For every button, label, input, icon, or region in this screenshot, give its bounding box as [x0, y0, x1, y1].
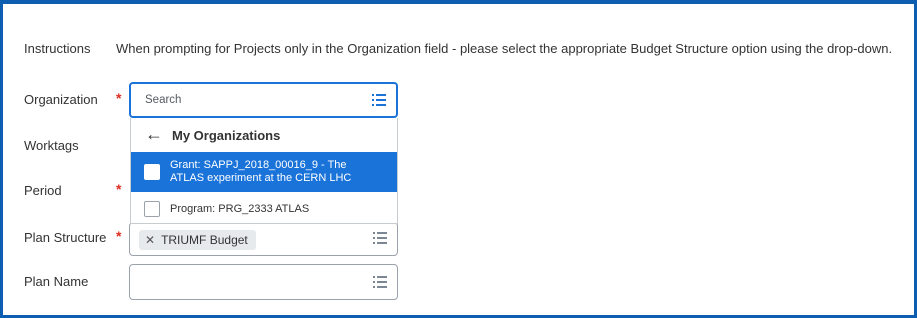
- plan-structure-label: Plan Structure: [24, 230, 107, 245]
- organization-label: Organization: [24, 92, 98, 107]
- plan-structure-input[interactable]: ✕ TRIUMF Budget: [129, 222, 398, 256]
- dropdown-option[interactable]: Grant: SAPPJ_2018_00016_9 - The ATLAS ex…: [131, 152, 397, 192]
- form-panel: Instructions When prompting for Projects…: [0, 0, 917, 318]
- option-label-line2: ATLAS experiment at the CERN LHC: [170, 172, 352, 184]
- option-label-line1: Program: PRG_2333 ATLAS: [170, 203, 310, 215]
- pill-label: TRIUMF Budget: [161, 233, 248, 247]
- instructions-label: Instructions: [24, 41, 91, 56]
- search-placeholder: Search: [145, 94, 182, 106]
- option-checkbox[interactable]: [144, 164, 160, 180]
- required-marker: *: [116, 228, 122, 244]
- x-icon[interactable]: ✕: [145, 233, 155, 247]
- period-label: Period: [24, 183, 62, 198]
- instructions-text: When prompting for Projects only in the …: [116, 41, 893, 56]
- dropdown-header[interactable]: ← My Organizations: [131, 118, 397, 152]
- required-marker: *: [116, 90, 122, 106]
- plan-name-input[interactable]: [129, 264, 398, 300]
- dropdown-title: My Organizations: [172, 128, 281, 143]
- plan-name-label: Plan Name: [24, 274, 89, 289]
- required-marker: *: [116, 181, 122, 197]
- dropdown-option[interactable]: Program: PRG_2333 ATLAS: [131, 196, 397, 222]
- option-checkbox[interactable]: [144, 201, 160, 217]
- organization-search-input[interactable]: Search: [129, 82, 398, 118]
- option-label-line1: Grant: SAPPJ_2018_00016_9 - The: [170, 159, 347, 171]
- organization-dropdown: ← My Organizations Grant: SAPPJ_2018_000…: [130, 118, 398, 224]
- worktags-label: Worktags: [24, 138, 79, 153]
- prompt-list-icon[interactable]: [373, 276, 387, 288]
- prompt-list-icon[interactable]: [373, 232, 387, 244]
- prompt-list-icon[interactable]: [372, 94, 386, 106]
- arrow-left-icon[interactable]: ←: [145, 124, 163, 145]
- selected-pill: ✕ TRIUMF Budget: [139, 230, 256, 250]
